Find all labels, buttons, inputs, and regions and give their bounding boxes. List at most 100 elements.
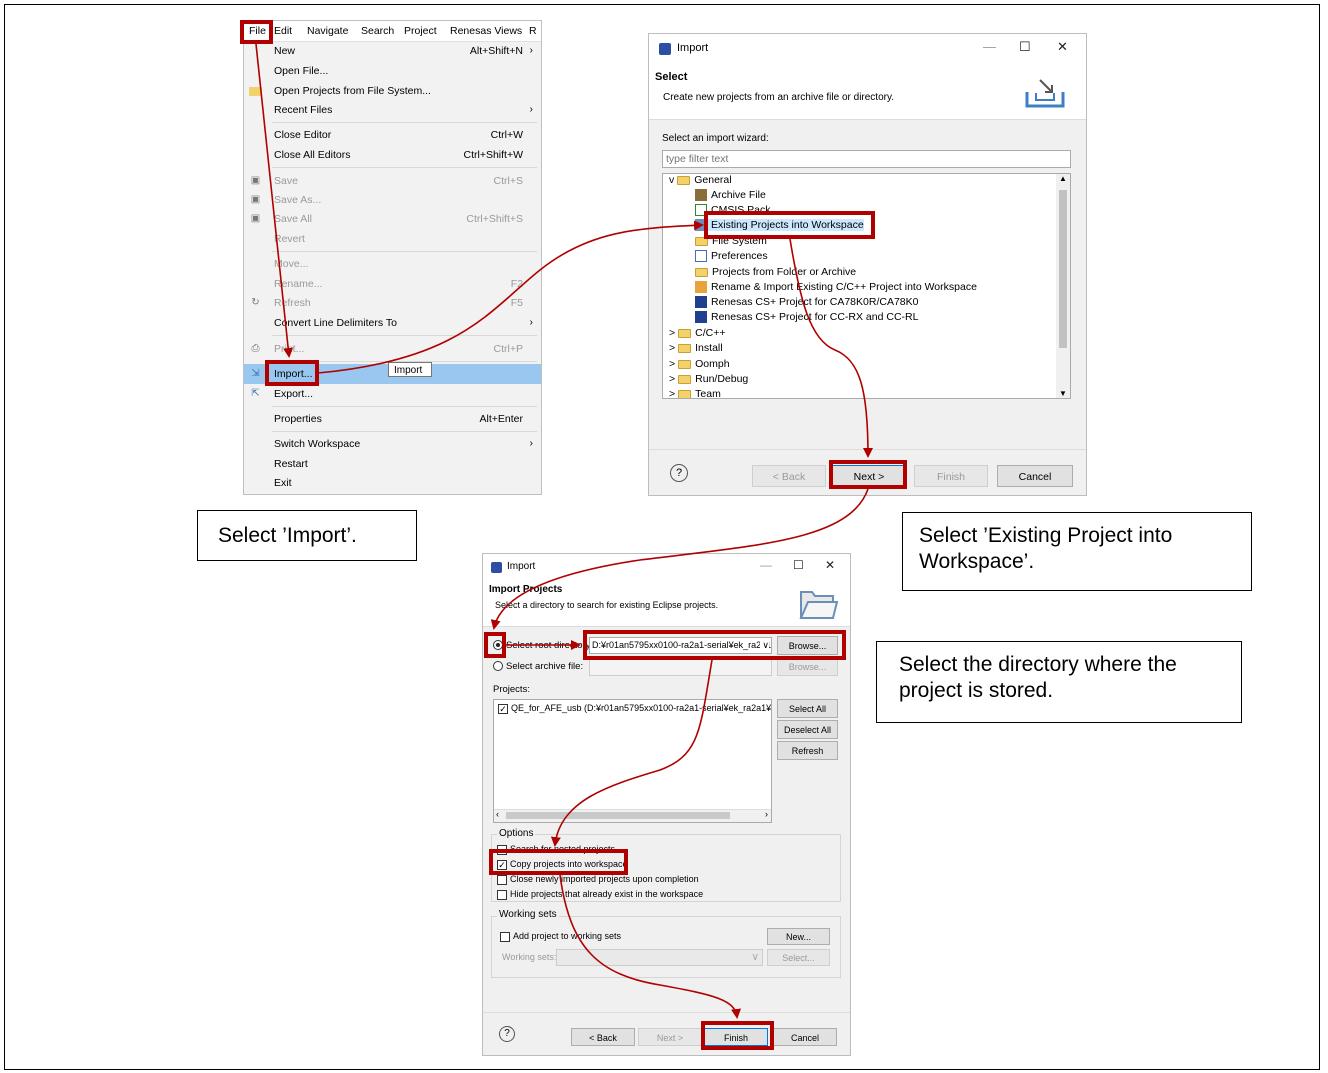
menu-edit[interactable]: Edit bbox=[274, 25, 292, 37]
menu-item-restart[interactable]: Restart bbox=[244, 454, 541, 474]
scroll-right-icon[interactable]: › bbox=[765, 809, 768, 819]
highlight-copy-projects bbox=[489, 849, 628, 875]
menu-renesas-views[interactable]: Renesas Views bbox=[450, 25, 522, 37]
menu-item-label: Exit bbox=[274, 477, 292, 489]
menu-item-rename[interactable]: Rename... F2 bbox=[244, 274, 541, 294]
tree-item-projects-from-folder[interactable]: Projects from Folder or Archive bbox=[695, 266, 856, 278]
close-icon[interactable]: ✕ bbox=[825, 558, 835, 572]
menu-item-exit[interactable]: Exit bbox=[244, 473, 541, 493]
minimize-icon[interactable]: — bbox=[760, 558, 772, 572]
refresh-button[interactable]: Refresh bbox=[777, 741, 838, 760]
maximize-icon[interactable]: ☐ bbox=[1019, 39, 1031, 55]
project-row[interactable]: ✓ QE_for_AFE_usb (D:¥r01an5795xx0100-ra2a… bbox=[498, 703, 771, 714]
back-button[interactable]: < Back bbox=[752, 465, 826, 487]
tree-item-preferences[interactable]: Preferences bbox=[695, 250, 768, 263]
expand-toggle[interactable]: > bbox=[669, 327, 675, 339]
menu-item-close-all-editors[interactable]: Close All Editors Ctrl+Shift+W bbox=[244, 145, 541, 165]
wizard-heading: Import Projects bbox=[489, 584, 563, 595]
cancel-button[interactable]: Cancel bbox=[997, 465, 1073, 487]
menu-item-properties[interactable]: Properties Alt+Enter bbox=[244, 409, 541, 429]
new-working-set-button[interactable]: New... bbox=[767, 928, 830, 945]
checkbox-icon[interactable] bbox=[497, 889, 507, 900]
menu-item-print[interactable]: ⎙ Print... Ctrl+P bbox=[244, 339, 541, 359]
scroll-down-icon[interactable]: ▼ bbox=[1059, 389, 1067, 398]
chevron-right-icon: › bbox=[529, 316, 534, 328]
back-button[interactable]: < Back bbox=[571, 1028, 635, 1046]
scrollbar-thumb[interactable] bbox=[506, 812, 730, 819]
projects-horizontal-scrollbar[interactable]: ‹ › bbox=[494, 809, 771, 822]
menu-item-switch-workspace[interactable]: Switch Workspace › bbox=[244, 434, 541, 454]
callout-select-existing: Select ’Existing Project into Workspace’… bbox=[902, 512, 1252, 591]
deselect-all-button[interactable]: Deselect All bbox=[777, 720, 838, 739]
archive-file-option[interactable]: Select archive file: bbox=[493, 661, 583, 672]
option-hide-existing[interactable]: Hide projects that already exist in the … bbox=[497, 889, 703, 900]
menu-item-new[interactable]: New Alt+Shift+N › bbox=[244, 41, 541, 61]
menu-search[interactable]: Search bbox=[361, 25, 394, 37]
scroll-left-icon[interactable]: ‹ bbox=[496, 809, 499, 819]
root-directory-option[interactable]: Select root directory: bbox=[493, 640, 593, 651]
menu-item-move[interactable]: Move... bbox=[244, 254, 541, 274]
cancel-button[interactable]: Cancel bbox=[773, 1028, 837, 1046]
tree-item-rename-import[interactable]: Rename & Import Existing C/C++ Project i… bbox=[695, 281, 977, 294]
close-icon[interactable]: ✕ bbox=[1057, 39, 1068, 55]
menu-item-save-all[interactable]: ▣ Save All Ctrl+Shift+S bbox=[244, 209, 541, 229]
expand-toggle[interactable]: > bbox=[669, 388, 675, 398]
filter-input[interactable] bbox=[662, 150, 1071, 168]
tree-item-team[interactable]: > Team bbox=[669, 388, 721, 398]
import-wizard-dialog: Import — ☐ ✕ Select Create new projects … bbox=[648, 33, 1087, 496]
menu-item-shortcut: Ctrl+S bbox=[493, 175, 523, 187]
wizard-tree[interactable]: v General Archive File CMSIS Pack Existin… bbox=[662, 173, 1071, 399]
expand-toggle[interactable]: > bbox=[669, 373, 675, 385]
minimize-icon[interactable]: — bbox=[983, 39, 996, 54]
expand-toggle[interactable]: > bbox=[669, 358, 675, 370]
menu-navigate[interactable]: Navigate bbox=[307, 25, 348, 37]
menu-item-convert-line-delimiters[interactable]: Convert Line Delimiters To › bbox=[244, 313, 541, 333]
option-close-imported[interactable]: Close newly imported projects upon compl… bbox=[497, 874, 699, 885]
expand-toggle[interactable]: > bbox=[669, 342, 675, 354]
option-label: Select root directory: bbox=[506, 640, 594, 651]
tree-item-run-debug[interactable]: > Run/Debug bbox=[669, 373, 748, 385]
menu-item-save-as[interactable]: ▣ Save As... bbox=[244, 190, 541, 210]
projects-label: Projects: bbox=[493, 684, 530, 695]
projects-list[interactable]: ✓ QE_for_AFE_usb (D:¥r01an5795xx0100-ra2a… bbox=[493, 699, 772, 823]
menu-item-export[interactable]: ⇱ Export... bbox=[244, 384, 541, 404]
add-to-working-sets-option[interactable]: Add project to working sets bbox=[500, 931, 621, 942]
menu-item-close-editor[interactable]: Close Editor Ctrl+W bbox=[244, 125, 541, 145]
tree-item-general[interactable]: v General bbox=[669, 174, 732, 186]
select-working-set-button[interactable]: Select... bbox=[767, 949, 830, 966]
help-icon[interactable]: ? bbox=[670, 464, 688, 482]
menu-item-recent-files[interactable]: Recent Files › bbox=[244, 100, 541, 120]
menu-item-refresh[interactable]: ↻ Refresh F5 bbox=[244, 293, 541, 313]
tree-scrollbar[interactable]: ▲ ▼ bbox=[1056, 174, 1070, 398]
menu-project[interactable]: Project bbox=[404, 25, 437, 37]
help-icon[interactable]: ? bbox=[499, 1026, 515, 1042]
menu-item-open-projects[interactable]: Open Projects from File System... bbox=[244, 81, 541, 101]
tree-item-renesas-ccrx[interactable]: Renesas CS+ Project for CC-RX and CC-RL bbox=[695, 311, 918, 324]
menu-item-save[interactable]: ▣ Save Ctrl+S bbox=[244, 171, 541, 191]
expand-toggle[interactable]: v bbox=[669, 174, 674, 186]
checkbox-checked-icon[interactable]: ✓ bbox=[498, 703, 508, 714]
menu-item-open-file[interactable]: Open File... bbox=[244, 61, 541, 81]
radio-button[interactable] bbox=[493, 661, 503, 672]
folder-icon bbox=[678, 328, 692, 338]
next-button[interactable]: Next > bbox=[638, 1028, 702, 1046]
maximize-icon[interactable]: ☐ bbox=[793, 558, 804, 572]
working-sets-combo[interactable]: ∨ bbox=[556, 949, 763, 966]
tree-item-label: Oomph bbox=[695, 358, 730, 370]
tree-item-cpp[interactable]: > C/C++ bbox=[669, 327, 726, 339]
tree-item-install[interactable]: > Install bbox=[669, 342, 723, 354]
checkbox-icon[interactable] bbox=[497, 874, 507, 885]
menu-item-label: Close Editor bbox=[274, 129, 332, 141]
menu-item-revert[interactable]: Revert bbox=[244, 229, 541, 249]
tree-item-archive-file[interactable]: Archive File bbox=[695, 189, 766, 202]
menu-more[interactable]: R bbox=[529, 25, 537, 37]
scroll-up-icon[interactable]: ▲ bbox=[1059, 174, 1067, 183]
select-all-button[interactable]: Select All bbox=[777, 699, 838, 718]
scrollbar-thumb[interactable] bbox=[1059, 190, 1067, 348]
finish-button[interactable]: Finish bbox=[914, 465, 988, 487]
checkbox-icon[interactable] bbox=[500, 931, 510, 942]
archive-file-combo[interactable] bbox=[589, 659, 772, 676]
chevron-down-icon: ∨ bbox=[751, 951, 759, 963]
tree-item-renesas-ca78k0[interactable]: Renesas CS+ Project for CA78K0R/CA78K0 bbox=[695, 296, 918, 309]
tree-item-oomph[interactable]: > Oomph bbox=[669, 358, 730, 370]
